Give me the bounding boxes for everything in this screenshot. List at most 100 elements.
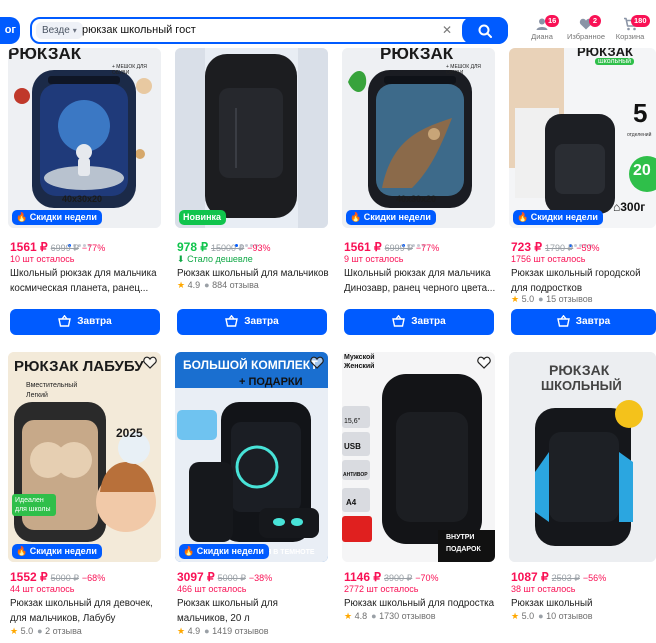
old-price: 5000 ₽ bbox=[50, 573, 79, 583]
product-card[interactable]: Новинка 978 ₽15000 ₽ −93% ⬇ Стало дешевле… bbox=[175, 48, 335, 335]
product-image-subtitle: + МЕШОК ДЛЯ ОБУВИ bbox=[446, 64, 481, 76]
product-title[interactable]: Школьный рюкзак для мальчика Динозавр, р… bbox=[344, 266, 496, 296]
year-label: 2025 bbox=[116, 426, 143, 440]
delivery-button[interactable]: Завтра bbox=[177, 309, 327, 335]
delivery-button[interactable]: Завтра bbox=[10, 309, 160, 335]
product-title[interactable]: Рюкзак школьный городской для подростков bbox=[511, 266, 656, 296]
price: 1552 ₽ bbox=[10, 570, 48, 584]
product-image-title: Мужской bbox=[344, 354, 375, 361]
product-image[interactable]: РЮКЗАК школьный 5 отделений 20 ⌂300г 🔥 С… bbox=[509, 48, 656, 228]
price-drop-note: ⬇ Стало дешевле bbox=[177, 254, 253, 264]
product-title[interactable]: Рюкзак школьный для подростка bbox=[344, 596, 496, 611]
old-price: 6999 ₽ bbox=[384, 243, 413, 253]
price: 978 ₽ bbox=[177, 240, 208, 254]
fire-icon: 🔥 bbox=[350, 212, 362, 222]
price: 1561 ₽ bbox=[344, 240, 382, 254]
close-icon[interactable]: ✕ bbox=[442, 23, 452, 37]
star-icon: ★ bbox=[344, 611, 353, 621]
product-image-subtitle: + ПОДАРКИ bbox=[239, 376, 303, 388]
product-title[interactable]: Рюкзак школьный для девочек, для мальчик… bbox=[10, 596, 162, 626]
discount: −56% bbox=[582, 573, 607, 583]
rating-value: 5.0 bbox=[521, 294, 535, 304]
product-image-subtitle: Женский bbox=[344, 363, 375, 370]
stock-left: 2772 шт осталось bbox=[344, 584, 419, 594]
review-count: 1419 отзывов bbox=[212, 626, 269, 636]
price: 1087 ₽ bbox=[511, 570, 549, 584]
discount: −68% bbox=[81, 573, 106, 583]
heart-icon[interactable] bbox=[143, 356, 157, 369]
product-title[interactable]: Рюкзак школьный для мальчиков, 20 л bbox=[177, 596, 329, 626]
product-title[interactable]: Рюкзак школьный bbox=[511, 596, 656, 611]
star-icon: ★ bbox=[10, 626, 19, 636]
promo-badge: 🔥 Скидки недели bbox=[12, 210, 102, 225]
new-badge: Новинка bbox=[179, 210, 227, 225]
delivery-button[interactable]: Завтра bbox=[344, 309, 494, 335]
cart-icon bbox=[225, 314, 239, 327]
discount: −77% bbox=[81, 243, 106, 253]
product-image-size: 40x30x20 bbox=[62, 194, 103, 204]
stock-left: 10 шт осталось bbox=[10, 254, 75, 264]
a4-label: A4 bbox=[346, 498, 357, 507]
product-image-title: РЮКЗАК bbox=[8, 48, 82, 63]
product-title[interactable]: Рюкзак школьный для мальчиков bbox=[177, 266, 329, 281]
promo-badge: 🔥 Скидки недели bbox=[346, 210, 436, 225]
star-icon: ★ bbox=[511, 294, 520, 304]
stock-left: 1756 шт осталось bbox=[511, 254, 586, 264]
feature-1: Вместительный bbox=[26, 382, 78, 389]
cart-icon bbox=[556, 314, 570, 327]
compartments-count: 5 bbox=[633, 98, 648, 128]
product-card[interactable]: РЮКЗАК ШКОЛЬНЫЙ 1087 ₽2503 ₽ −56% 38 шт о… bbox=[509, 352, 656, 621]
header: ог Везде ▾ рюкзак школьный гост ✕ 16 Диан… bbox=[0, 0, 656, 46]
product-card[interactable]: РЮКЗАК ЛАБУБУ Вместительный Легкий 2025 … bbox=[8, 352, 168, 636]
chevron-down-icon: ▾ bbox=[72, 26, 77, 35]
product-image[interactable]: БОЛЬШОЙ КОМПЛЕКТ + ПОДАРКИ ТСЯ В ТЕМНОТЕ… bbox=[175, 352, 328, 562]
search-button[interactable] bbox=[462, 17, 508, 44]
product-card[interactable]: БОЛЬШОЙ КОМПЛЕКТ + ПОДАРКИ ТСЯ В ТЕМНОТЕ… bbox=[175, 352, 335, 636]
product-image[interactable]: РЮКЗАК ШКОЛЬНЫЙ bbox=[509, 352, 656, 562]
old-price: 5000 ₽ bbox=[217, 573, 246, 583]
search-box[interactable]: Везде ▾ рюкзак школьный гост ✕ bbox=[30, 17, 508, 44]
stock-left: 466 шт осталось bbox=[177, 584, 247, 594]
search-scope-select[interactable]: Везде ▾ bbox=[36, 22, 83, 39]
product-image-subtitle: школьный bbox=[595, 58, 635, 65]
cart-badge: 180 bbox=[631, 15, 650, 27]
rating-row: ★ 5.0 ● 2 отзыва bbox=[10, 626, 82, 637]
product-image-subtitle: + МЕШОК ДЛЯ ОБУВИ bbox=[112, 64, 147, 76]
product-image[interactable]: РЮКЗАК ЛАБУБУ Вместительный Легкий 2025 … bbox=[8, 352, 161, 562]
fire-icon: 🔥 bbox=[16, 212, 28, 222]
rating-row: ★ 5.0 ● 15 отзывов bbox=[511, 294, 593, 305]
product-image[interactable]: РЮКЗАК + МЕШОК ДЛЯ ОБУВИ 40x30x20 🔥 Скид… bbox=[8, 48, 161, 228]
profile-badge: 16 bbox=[545, 15, 560, 27]
old-price: 6999 ₽ bbox=[50, 243, 79, 253]
stock-left: 38 шт осталось bbox=[511, 584, 576, 594]
rating-row: ★ 4.9 ● 1419 отзывов bbox=[177, 626, 269, 637]
rating-value: 4.8 bbox=[354, 611, 368, 621]
product-image[interactable]: Новинка bbox=[175, 48, 328, 228]
catalog-button[interactable]: ог bbox=[0, 17, 20, 44]
delivery-button[interactable]: Завтра bbox=[511, 309, 656, 335]
heart-icon[interactable] bbox=[310, 356, 324, 369]
product-card[interactable]: РЮКЗАК + МЕШОК ДЛЯ ОБУВИ 40x30x20 🔥 Скид… bbox=[8, 48, 168, 335]
old-price: 2503 ₽ bbox=[551, 573, 580, 583]
search-input[interactable]: рюкзак школьный гост bbox=[82, 23, 196, 38]
product-image[interactable]: Мужской Женский 15,6" USB АНТИВОР A4 ВНУ… bbox=[342, 352, 495, 562]
star-icon: ★ bbox=[511, 611, 520, 621]
product-image-title: РЮКЗАК bbox=[380, 48, 454, 63]
product-image[interactable]: РЮКЗАК + МЕШОК ДЛЯ ОБУВИ 40x30x20 🔥 Скид… bbox=[342, 48, 495, 228]
header-cart[interactable]: 180 Корзина bbox=[603, 15, 656, 45]
arrow-down-icon: ⬇ bbox=[177, 254, 185, 264]
anti-theft-label: АНТИВОР bbox=[343, 472, 368, 478]
promo-badge: 🔥 Скидки недели bbox=[12, 544, 102, 559]
feature-2: Легкий bbox=[26, 392, 48, 399]
product-title[interactable]: Школьный рюкзак для мальчика космическая… bbox=[10, 266, 162, 296]
discount: −93% bbox=[247, 243, 271, 253]
price: 1561 ₽ bbox=[10, 240, 48, 254]
review-count: 1730 отзывов bbox=[379, 611, 436, 621]
volume-label: 20 bbox=[633, 162, 651, 179]
product-image-subtitle: ШКОЛЬНЫЙ bbox=[541, 378, 622, 393]
product-card[interactable]: Мужской Женский 15,6" USB АНТИВОР A4 ВНУ… bbox=[342, 352, 502, 621]
product-card[interactable]: РЮКЗАК школьный 5 отделений 20 ⌂300г 🔥 С… bbox=[509, 48, 656, 335]
review-bubble-icon: ● bbox=[204, 280, 210, 290]
heart-icon[interactable] bbox=[477, 356, 491, 369]
product-card[interactable]: РЮКЗАК + МЕШОК ДЛЯ ОБУВИ 40x30x20 🔥 Скид… bbox=[342, 48, 502, 335]
